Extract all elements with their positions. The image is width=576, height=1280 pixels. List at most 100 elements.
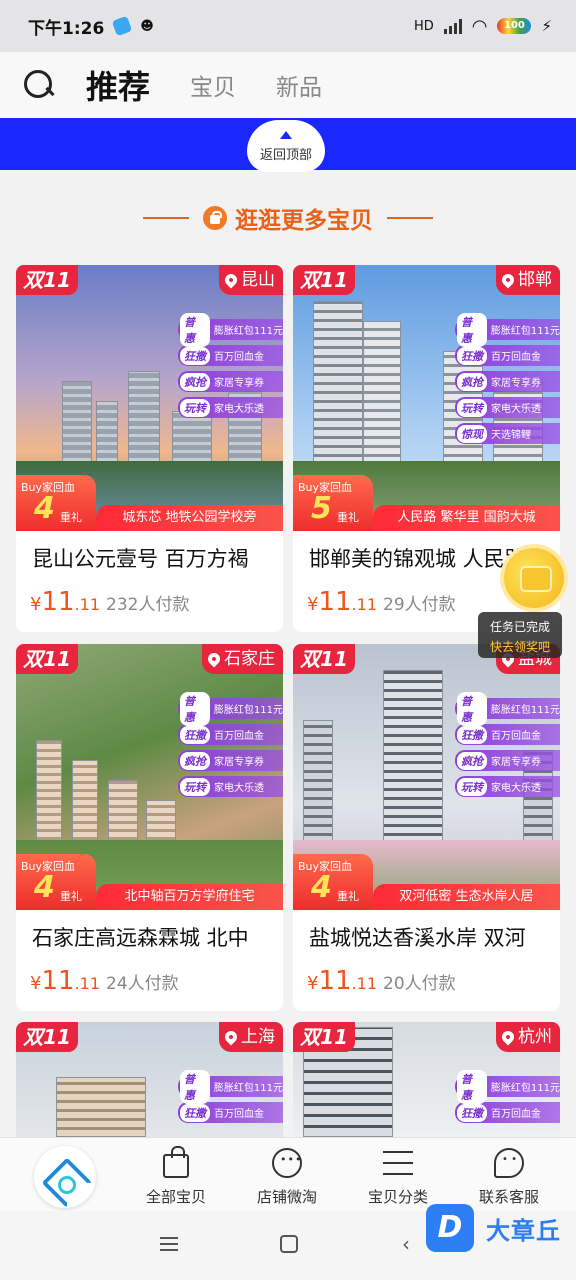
buy-gift: 重礼 xyxy=(337,511,359,524)
home-icon[interactable] xyxy=(280,1235,298,1253)
promo-text: 家居专享券 xyxy=(491,378,541,389)
product-title[interactable]: 石家庄高远森霖城 北中 xyxy=(32,922,272,952)
promo-tag: 狂撒 xyxy=(457,725,487,744)
promo-tag: 玩转 xyxy=(457,398,487,417)
double11-badge: 双11 xyxy=(16,265,78,295)
double11-badge: 双11 xyxy=(293,265,355,295)
store-home-button[interactable] xyxy=(34,1146,96,1208)
promo-tag: 普惠 xyxy=(457,312,487,347)
paid-count: 20人付款 xyxy=(383,974,456,994)
promo-tag: 疯抢 xyxy=(180,372,210,391)
paid-count: 24人付款 xyxy=(106,974,179,994)
promo-text: 家电大乐透 xyxy=(491,404,541,415)
price-integer: 11 xyxy=(318,966,352,996)
city-tag: 昆山 xyxy=(219,265,283,295)
promo-item: 玩转 家电大乐透 xyxy=(455,397,560,418)
price-decimal: .11 xyxy=(351,595,377,614)
price-row: ¥ 11 .11 20人付款 xyxy=(307,966,456,996)
promo-item: 普惠 膨胀红包111元 xyxy=(455,312,560,347)
promo-text: 膨胀红包111元 xyxy=(490,705,560,716)
status-bar: 下午1:26 ☻ HD ◠ 100 ⚡ xyxy=(0,0,576,52)
promo-text: 家电大乐透 xyxy=(491,783,541,794)
currency: ¥ xyxy=(307,973,319,994)
promo-tag: 狂撒 xyxy=(457,346,487,365)
promo-item: 普惠 膨胀红包111元 xyxy=(178,691,283,726)
buy-box: Buy家回血 4 重礼 xyxy=(16,475,96,531)
buy-number: 4 xyxy=(34,491,55,526)
nav-store-feed[interactable]: 店铺微淘 xyxy=(237,1146,337,1207)
promo-tag: 疯抢 xyxy=(180,751,210,770)
watermark: D 大章丘 xyxy=(426,1204,561,1252)
promo-text: 百万回血金 xyxy=(214,731,264,742)
promo-item: 狂撒 百万回血金 xyxy=(178,1102,283,1123)
promo-tag: 普惠 xyxy=(180,691,210,726)
buy-number: 4 xyxy=(34,870,55,905)
promo-tag: 普惠 xyxy=(457,691,487,726)
promo-tag: 普惠 xyxy=(457,1069,487,1104)
nav-label: 店铺微淘 xyxy=(256,1188,317,1206)
gift-coin-icon[interactable] xyxy=(504,548,564,608)
wifi-icon: ◠ xyxy=(471,15,488,37)
promo-list: 普惠 膨胀红包111元 狂撒 百万回血金 xyxy=(178,1069,283,1128)
product-title[interactable]: 昆山公元壹号 百万方褐 xyxy=(32,543,272,573)
city-label: 杭州 xyxy=(518,1027,552,1047)
promo-strip: 人民路 繁华里 国韵大城 Buy家回血 5 重礼 xyxy=(293,475,560,531)
promo-text: 百万回血金 xyxy=(214,352,264,363)
watermark-logo: D xyxy=(426,1204,474,1252)
promo-item: 狂撒 百万回血金 xyxy=(455,1102,560,1123)
tab-new[interactable]: 新品 xyxy=(276,68,322,102)
tab-items[interactable]: 宝贝 xyxy=(190,68,236,102)
shopping-bag-icon xyxy=(163,1146,189,1178)
promo-tag: 普惠 xyxy=(180,312,210,347)
price-row: ¥ 11 .11 232人付款 xyxy=(30,587,189,617)
back-icon[interactable]: ‹ xyxy=(402,1234,410,1254)
promo-item: 惊现 天选锦鲤 xyxy=(455,423,560,444)
promo-item: 疯抢 家居专享券 xyxy=(455,750,560,771)
promo-strip: 北中轴百万方学府住宅 Buy家回血 4 重礼 xyxy=(16,854,283,910)
promo-text: 百万回血金 xyxy=(491,1109,541,1120)
nav-customer-service[interactable]: 联系客服 xyxy=(459,1146,559,1207)
reward-line-1: 任务已完成 xyxy=(489,620,550,634)
back-to-top-label: 返回顶部 xyxy=(259,148,312,163)
city-tag: 上海 xyxy=(219,1022,283,1052)
divider xyxy=(387,217,433,219)
promo-text: 家电大乐透 xyxy=(214,783,264,794)
nav-all-items[interactable]: 全部宝贝 xyxy=(126,1146,226,1207)
product-card[interactable]: 双11 石家庄 普惠 膨胀红包111元 狂撒 百万回血金 疯抢 家居专享券 玩转 家电大… xyxy=(16,644,283,1011)
strip-text: 人民路 繁华里 国韵大城 xyxy=(373,505,560,531)
product-card[interactable]: 双11 杭州 普惠 膨胀红包111元 狂撒 百万回血金 xyxy=(293,1022,560,1137)
price-decimal: .11 xyxy=(74,595,100,614)
reward-label[interactable]: 任务已完成 快去领奖吧 xyxy=(478,612,562,658)
promo-list: 普惠 膨胀红包111元 狂撒 百万回血金 疯抢 家居专享券 玩转 家电大乐透 xyxy=(455,691,560,802)
product-card[interactable]: 双11 上海 普惠 膨胀红包111元 狂撒 百万回血金 xyxy=(16,1022,283,1137)
location-pin-icon xyxy=(499,1028,517,1046)
nav-categories[interactable]: 宝贝分类 xyxy=(348,1146,448,1207)
promo-list: 普惠 膨胀红包111元 狂撒 百万回血金 疯抢 家居专享券 玩转 家电大乐透 xyxy=(178,312,283,423)
back-to-top-button[interactable]: 返回顶部 xyxy=(247,120,325,172)
tab-recommend[interactable]: 推荐 xyxy=(86,62,150,108)
product-card[interactable]: 双11 昆山 普惠 膨胀红包111元 狂撒 百万回血金 疯抢 家居专享券 玩转 家电大乐… xyxy=(16,265,283,632)
promo-tag: 惊现 xyxy=(457,424,487,443)
promo-tag: 疯抢 xyxy=(457,372,487,391)
promo-item: 玩转 家电大乐透 xyxy=(455,776,560,797)
promo-item: 狂撒 百万回血金 xyxy=(178,724,283,745)
menu-icon[interactable] xyxy=(160,1237,178,1251)
status-time: 下午1:26 xyxy=(28,18,105,39)
promo-text: 百万回血金 xyxy=(491,731,541,742)
promo-item: 狂撒 百万回血金 xyxy=(178,345,283,366)
buy-gift: 重礼 xyxy=(60,511,82,524)
promo-item: 疯抢 家居专享券 xyxy=(178,750,283,771)
promo-text: 家居专享券 xyxy=(491,757,541,768)
currency: ¥ xyxy=(30,594,42,615)
double11-badge: 双11 xyxy=(293,644,355,674)
arrow-up-icon xyxy=(280,131,292,139)
buy-box: Buy家回血 5 重礼 xyxy=(293,475,373,531)
task-reward-widget[interactable]: 任务已完成 快去领奖吧 xyxy=(478,548,564,660)
product-card[interactable]: 双11 盐城 普惠 膨胀红包111元 狂撒 百万回血金 疯抢 家居专享券 玩转 家电大乐… xyxy=(293,644,560,1011)
city-label: 上海 xyxy=(241,1027,275,1047)
strip-text: 城东芯 地铁公园学校旁 xyxy=(96,505,283,531)
product-title[interactable]: 盐城悦达香溪水岸 双河 xyxy=(309,922,549,952)
search-icon[interactable] xyxy=(22,68,56,102)
double11-badge: 双11 xyxy=(293,1022,355,1052)
buy-gift: 重礼 xyxy=(337,890,359,903)
